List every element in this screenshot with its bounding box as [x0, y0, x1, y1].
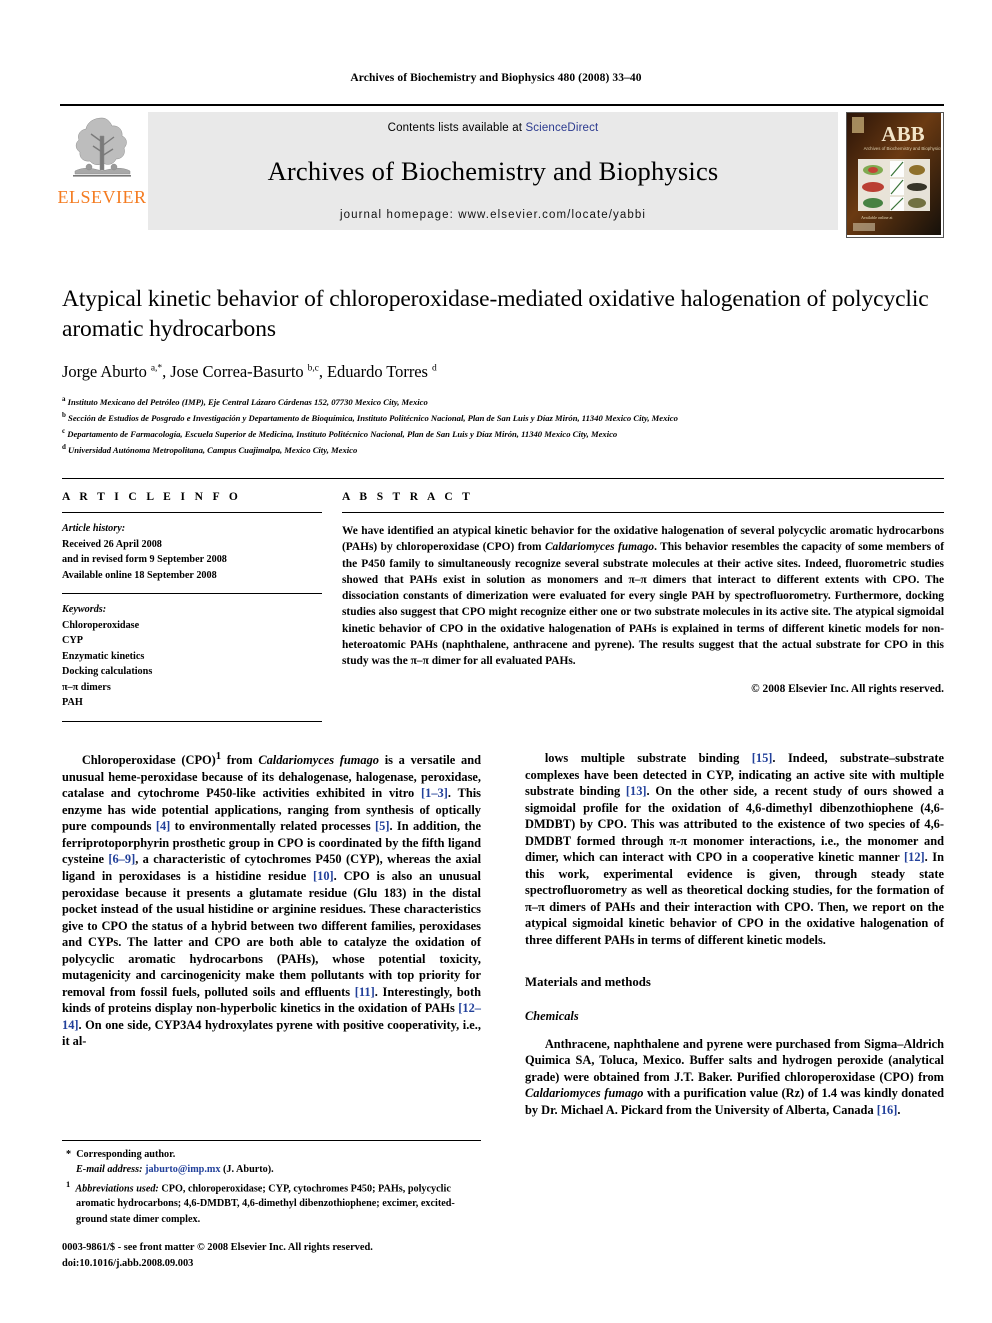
- list-item: PAH: [62, 697, 83, 708]
- keyword-lines: Chloroperoxidase CYP Enzymatic kinetics Doc…: [62, 618, 322, 711]
- info-abstract-region: A R T I C L E I N F O Article history: R…: [62, 478, 944, 722]
- section-heading-materials-and-methods: Materials and methods: [525, 974, 651, 989]
- keywords-label: Keywords:: [62, 604, 107, 615]
- running-head: Archives of Biochemistry and Biophysics …: [350, 72, 642, 84]
- article-info-heading: A R T I C L E I N F O: [62, 491, 242, 503]
- abstract-column: A B S T R A C T We have identified an at…: [322, 479, 944, 722]
- svg-text:Available online at: Available online at: [861, 215, 893, 220]
- affiliation-item: a Instituto Mexicano del Petróleo (IMP),…: [62, 395, 428, 408]
- page-title: Atypical kinetic behavior of chloroperox…: [62, 286, 929, 343]
- keywords-block: Keywords: Chloroperoxidase CYP Enzymatic k…: [62, 594, 322, 721]
- paper-page: Archives of Biochemistry and Biophysics …: [0, 0, 992, 1323]
- affiliation-mark: d: [62, 442, 66, 451]
- journal-masthead: ELSEVIER Contents lists available at Sci…: [57, 104, 944, 238]
- article-history-label: Article history:: [62, 523, 126, 534]
- body-columns: Chloroperoxidase (CPO)1 from Caldariomyc…: [62, 750, 944, 1118]
- sciencedirect-link[interactable]: ScienceDirect: [525, 122, 598, 134]
- intro-paragraph-cont: lows multiple substrate binding [15]. In…: [525, 751, 945, 948]
- list-item: and in revised form 9 September 2008: [62, 554, 227, 565]
- author-list: Jorge Aburto a,*, Jose Correa-Basurto b,…: [62, 362, 437, 382]
- affiliation-mark: a: [62, 395, 66, 404]
- contents-prefix: Contents lists available at: [387, 122, 526, 134]
- history-lines: Received 26 April 2008 and in revised for…: [62, 537, 322, 584]
- journal-band: Contents lists available at ScienceDirec…: [148, 112, 838, 230]
- list-item: CYP: [62, 635, 83, 646]
- corresponding-author-note: * Corresponding author.: [66, 1149, 176, 1160]
- email-note: E-mail address: jaburto@imp.mx (J. Aburt…: [76, 1164, 274, 1176]
- elsevier-logo: ELSEVIER: [57, 106, 147, 238]
- contents-available-line: Contents lists available at ScienceDirec…: [148, 112, 838, 134]
- elsevier-tree-icon: [73, 117, 131, 177]
- subsection-heading-chemicals: Chemicals: [525, 1008, 579, 1023]
- affiliation-item: c Departamento de Farmacología, Escuela …: [62, 426, 618, 439]
- title-block: Atypical kinetic behavior of chloroperox…: [62, 284, 942, 457]
- abb-cover-image: ABB Archives of Biochemistry and Biophys…: [847, 113, 943, 235]
- affiliation-item: d Universidad Autónoma Metropolitana, Ca…: [62, 442, 358, 455]
- journal-cover-thumbnail: ABB Archives of Biochemistry and Biophys…: [846, 112, 944, 238]
- divider: [62, 720, 322, 722]
- doi-line: doi:10.1016/j.abb.2008.09.003: [62, 1257, 194, 1269]
- list-item: Docking calculations: [62, 666, 153, 677]
- journal-title: Archives of Biochemistry and Biophysics: [267, 156, 719, 186]
- journal-homepage[interactable]: journal homepage: www.elsevier.com/locat…: [148, 209, 838, 221]
- issn-line: 0003-9861/$ - see front matter © 2008 El…: [62, 1242, 373, 1253]
- affiliation-mark: b: [62, 410, 66, 419]
- body-right-column: lows multiple substrate binding [15]. In…: [525, 750, 944, 1118]
- list-item: Enzymatic kinetics: [62, 650, 145, 662]
- list-item: Available online 18 September 2008: [62, 569, 217, 581]
- affiliation-mark: c: [62, 426, 66, 435]
- article-history-block: Article history: Received 26 April 2008 a…: [62, 513, 322, 593]
- svg-text:ABB: ABB: [881, 122, 924, 146]
- article-info-column: A R T I C L E I N F O Article history: R…: [62, 479, 322, 722]
- abstract-heading: A B S T R A C T: [342, 491, 474, 503]
- affiliation-list: a Instituto Mexicano del Petróleo (IMP),…: [62, 394, 942, 457]
- list-item: Received 26 April 2008: [62, 538, 162, 550]
- svg-text:Archives of Biochemistry and B: Archives of Biochemistry and Biophysics: [864, 146, 941, 151]
- list-item: Chloroperoxidase: [62, 619, 140, 631]
- abbreviations-note: 1 Abbreviations used: CPO, chloroperoxid…: [66, 1178, 455, 1225]
- chemicals-paragraph: Anthracene, naphthalene and pyrene were …: [525, 1036, 944, 1117]
- footnote-block: * Corresponding author. E-mail address: …: [62, 1140, 481, 1227]
- affiliation-item: b Sección de Estudios de Posgrado e Inve…: [62, 410, 678, 423]
- list-item: π–π dimers: [62, 681, 111, 693]
- elsevier-wordmark: ELSEVIER: [57, 187, 147, 207]
- body-left-column: Chloroperoxidase (CPO)1 from Caldariomyc…: [62, 750, 481, 1118]
- imprint-block: 0003-9861/$ - see front matter © 2008 El…: [62, 1240, 492, 1271]
- intro-paragraph: Chloroperoxidase (CPO)1 from Caldariomyc…: [62, 751, 482, 1049]
- copyright-line: © 2008 Elsevier Inc. All rights reserved…: [751, 682, 944, 695]
- abstract-text: We have identified an atypical kinetic b…: [342, 525, 944, 668]
